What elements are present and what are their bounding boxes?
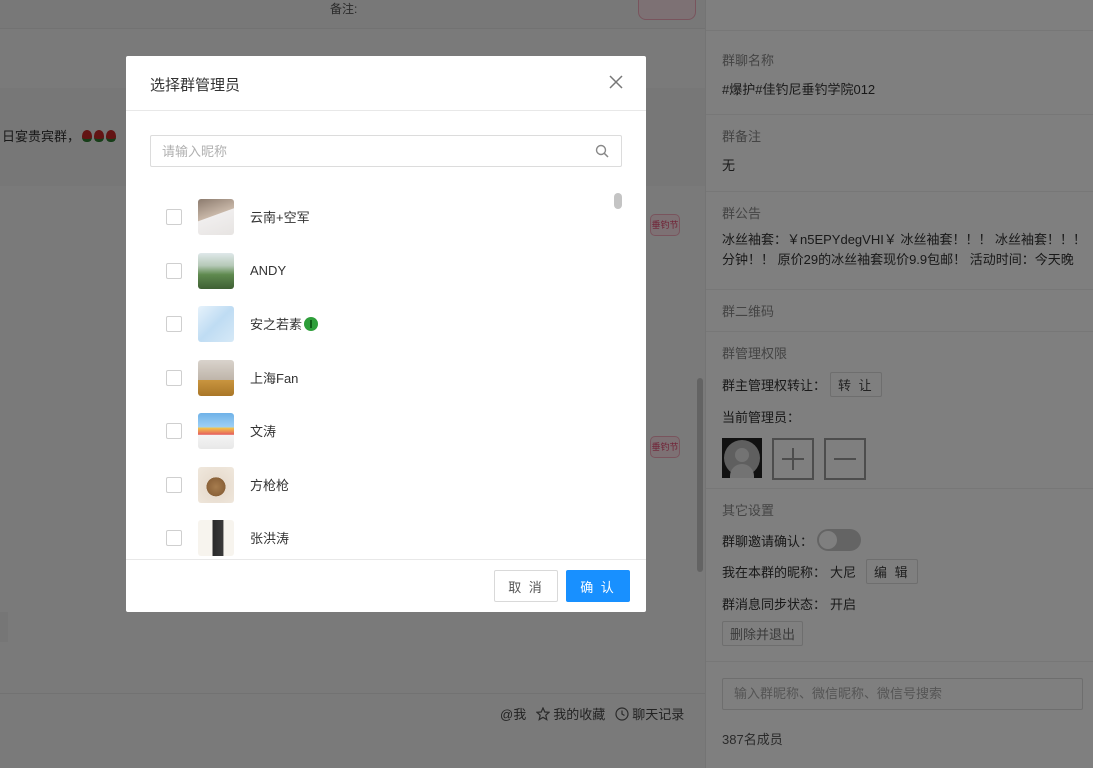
member-name: 云南+空军	[250, 210, 310, 225]
member-checkbox[interactable]	[166, 476, 182, 493]
confirm-button[interactable]: 确 认	[566, 570, 630, 602]
member-name: 文涛	[250, 424, 277, 439]
list-item[interactable]: 上海Fan	[126, 351, 606, 404]
select-admin-dialog: 选择群管理员 云南+空军 ANDY 安之若素 上海Fan	[126, 56, 646, 612]
member-checkbox[interactable]	[166, 529, 182, 546]
member-avatar	[198, 198, 234, 235]
dialog-title: 选择群管理员	[150, 77, 241, 94]
member-checkbox[interactable]	[166, 369, 182, 386]
dialog-footer: 取 消 确 认	[126, 559, 646, 612]
member-list: 云南+空军 ANDY 安之若素 上海Fan 文涛 方枪枪 张洪涛	[126, 190, 646, 559]
member-name: 张洪涛	[250, 531, 290, 546]
member-avatar	[198, 305, 234, 342]
list-item[interactable]: ANDY	[126, 244, 606, 297]
member-checkbox[interactable]	[166, 208, 182, 225]
member-name: 上海Fan	[250, 371, 299, 386]
member-list-scrollbar[interactable]	[614, 193, 622, 209]
member-avatar	[198, 466, 234, 503]
list-item[interactable]: 张洪涛	[126, 511, 606, 559]
member-checkbox[interactable]	[166, 422, 182, 439]
nickname-search-input[interactable]	[151, 136, 571, 166]
list-item[interactable]: 方枪枪	[126, 458, 606, 511]
member-checkbox[interactable]	[166, 262, 182, 279]
member-name: 安之若素	[250, 314, 319, 333]
list-item[interactable]: 安之若素	[126, 297, 606, 350]
member-name: 方枪枪	[250, 478, 290, 493]
cancel-button[interactable]: 取 消	[494, 570, 558, 602]
dialog-header: 选择群管理员	[126, 56, 646, 111]
list-item[interactable]: 文涛	[126, 404, 606, 457]
close-button[interactable]	[606, 72, 626, 92]
member-avatar	[198, 359, 234, 396]
search-icon[interactable]	[595, 144, 609, 158]
list-item[interactable]: 云南+空军	[126, 190, 606, 243]
member-avatar	[198, 519, 234, 556]
nickname-search-box	[150, 135, 622, 167]
close-icon	[609, 75, 623, 89]
member-name: ANDY	[250, 263, 287, 278]
member-checkbox[interactable]	[166, 315, 182, 332]
member-avatar	[198, 412, 234, 449]
clover-emoji-icon	[304, 317, 319, 331]
member-avatar	[198, 252, 234, 289]
